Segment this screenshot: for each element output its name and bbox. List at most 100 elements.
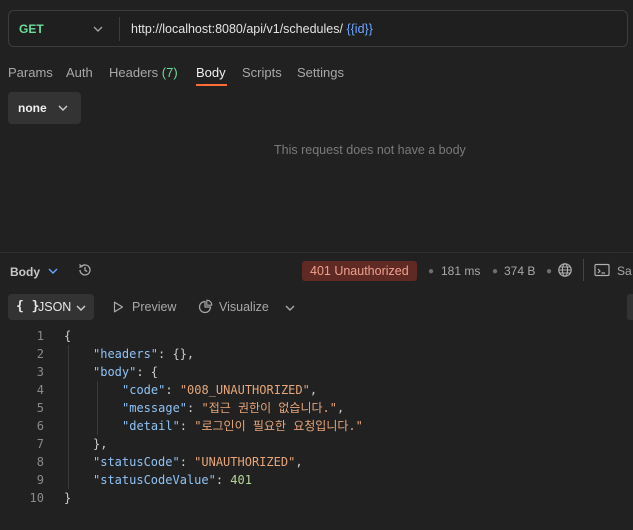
indent-guide [97, 417, 98, 435]
play-icon[interactable] [113, 301, 124, 313]
tab-scripts[interactable]: Scripts [242, 65, 282, 80]
line-number: 4 [36, 383, 44, 397]
history-icon[interactable] [77, 262, 93, 278]
method-select[interactable]: GET [19, 22, 44, 36]
code-line: 10} [0, 489, 633, 507]
line-content: "headers": {}, [93, 345, 194, 363]
divider [583, 259, 584, 281]
line-number: 6 [36, 419, 44, 433]
line-content: } [64, 489, 71, 507]
line-content: "detail": "로그인이 필요한 요청입니다." [122, 417, 363, 435]
separator-dot: ● [428, 266, 435, 277]
json-punctuation: : {}, [158, 347, 195, 361]
indent-guide [68, 363, 69, 381]
line-content: "body": { [93, 363, 158, 381]
url-input[interactable]: http://localhost:8080/api/v1/schedules/ … [131, 22, 373, 36]
json-punctuation: : { [136, 365, 159, 379]
json-punctuation: : [179, 419, 195, 433]
line-content: }, [93, 435, 107, 453]
response-time[interactable]: 181 ms [441, 264, 480, 278]
json-string: "008_UNAUTHORIZED" [179, 383, 310, 397]
tab-headers[interactable]: Headers (7) [109, 65, 178, 80]
line-number: 1 [36, 329, 44, 343]
response-body-select[interactable]: Body [10, 265, 40, 279]
indent-guide [68, 435, 69, 453]
tab-body[interactable]: Body [196, 65, 226, 80]
line-number: 7 [36, 437, 44, 451]
json-punctuation: : [165, 383, 180, 397]
json-number: 401 [230, 473, 252, 487]
indent-guide [68, 345, 69, 363]
tab-auth[interactable]: Auth [66, 65, 93, 80]
code-line: 7}, [0, 435, 633, 453]
json-punctuation: , [309, 383, 318, 397]
tab-headers-count: (7) [161, 65, 178, 80]
tab-headers-label: Headers [109, 65, 159, 80]
response-size[interactable]: 374 B [504, 264, 535, 278]
code-line: 3 "body": { [0, 363, 633, 381]
line-content: "statusCodeValue": 401 [93, 471, 252, 489]
url-base: http://localhost:8080/api/v1/schedules/ [131, 22, 343, 36]
chevron-down-icon [76, 305, 86, 311]
json-string: "로그인이 필요한 요청입니다." [194, 419, 363, 433]
indent-guide [68, 417, 69, 435]
json-key: "headers" [93, 347, 159, 361]
line-content: "statusCode": "UNAUTHORIZED", [93, 453, 303, 471]
pane-divider[interactable] [0, 252, 633, 253]
tab-settings[interactable]: Settings [297, 65, 344, 80]
preview-button[interactable]: Preview [132, 300, 176, 314]
line-number: 2 [36, 347, 44, 361]
chevron-down-icon[interactable] [48, 266, 58, 276]
globe-icon[interactable] [557, 262, 573, 278]
code-line: 5 "message": "접근 권한이 없습니다.", [0, 399, 633, 417]
response-code-viewer[interactable]: 1{2 "headers": {}, 3 "body": {4 "code": "008… [0, 327, 633, 507]
active-tab-indicator [196, 84, 227, 86]
json-punctuation: { [64, 329, 72, 343]
format-label: JSON [38, 300, 72, 314]
line-content: "message": "접근 권한이 없습니다.", [122, 399, 344, 417]
save-icon[interactable] [594, 263, 610, 277]
json-punctuation: : [187, 401, 202, 415]
line-number: 5 [36, 401, 44, 415]
json-string: "UNAUTHORIZED" [194, 455, 296, 469]
braces-icon: { } [16, 299, 40, 314]
chevron-down-icon [58, 105, 68, 111]
json-key: "message" [122, 401, 188, 415]
toolbar-edge-button[interactable] [627, 294, 633, 320]
code-line: 2 "headers": {}, [0, 345, 633, 363]
indent-guide [97, 381, 98, 399]
indent-guide [68, 399, 69, 417]
chevron-down-icon[interactable] [93, 24, 103, 34]
indent-guide [68, 471, 69, 489]
visualize-button[interactable]: Visualize [219, 300, 269, 314]
line-number: 8 [36, 455, 44, 469]
line-content: "code": "008_UNAUTHORIZED", [122, 381, 317, 399]
line-content: { [64, 327, 71, 345]
json-punctuation: : [179, 455, 195, 469]
code-line: 1{ [0, 327, 633, 345]
chevron-down-icon[interactable] [285, 303, 295, 313]
code-line: 6 "detail": "로그인이 필요한 요청입니다." [0, 417, 633, 435]
json-key: "body" [93, 365, 137, 379]
indent-guide [68, 453, 69, 471]
line-number: 3 [36, 365, 44, 379]
indent-guide [68, 381, 69, 399]
save-response-button[interactable]: Sa [617, 264, 632, 278]
format-dropdown[interactable]: { } JSON [8, 294, 94, 320]
line-number: 9 [36, 473, 44, 487]
url-variable: {{id}} [346, 22, 373, 36]
empty-body-message: This request does not have a body [274, 143, 466, 157]
status-badge[interactable]: 401 Unauthorized [302, 261, 417, 281]
code-line: 4 "code": "008_UNAUTHORIZED", [0, 381, 633, 399]
json-key: "statusCode" [93, 455, 180, 469]
body-type-dropdown[interactable]: none [8, 92, 81, 124]
json-key: "code" [122, 383, 166, 397]
json-punctuation: , [336, 401, 345, 415]
json-punctuation: } [64, 491, 72, 505]
json-punctuation: : [215, 473, 231, 487]
tab-params[interactable]: Params [8, 65, 53, 80]
url-bar: GET http://localhost:8080/api/v1/schedul… [8, 10, 628, 47]
separator-dot: ● [546, 266, 553, 277]
visualize-icon[interactable] [197, 299, 213, 315]
code-line: 8 "statusCode": "UNAUTHORIZED", [0, 453, 633, 471]
